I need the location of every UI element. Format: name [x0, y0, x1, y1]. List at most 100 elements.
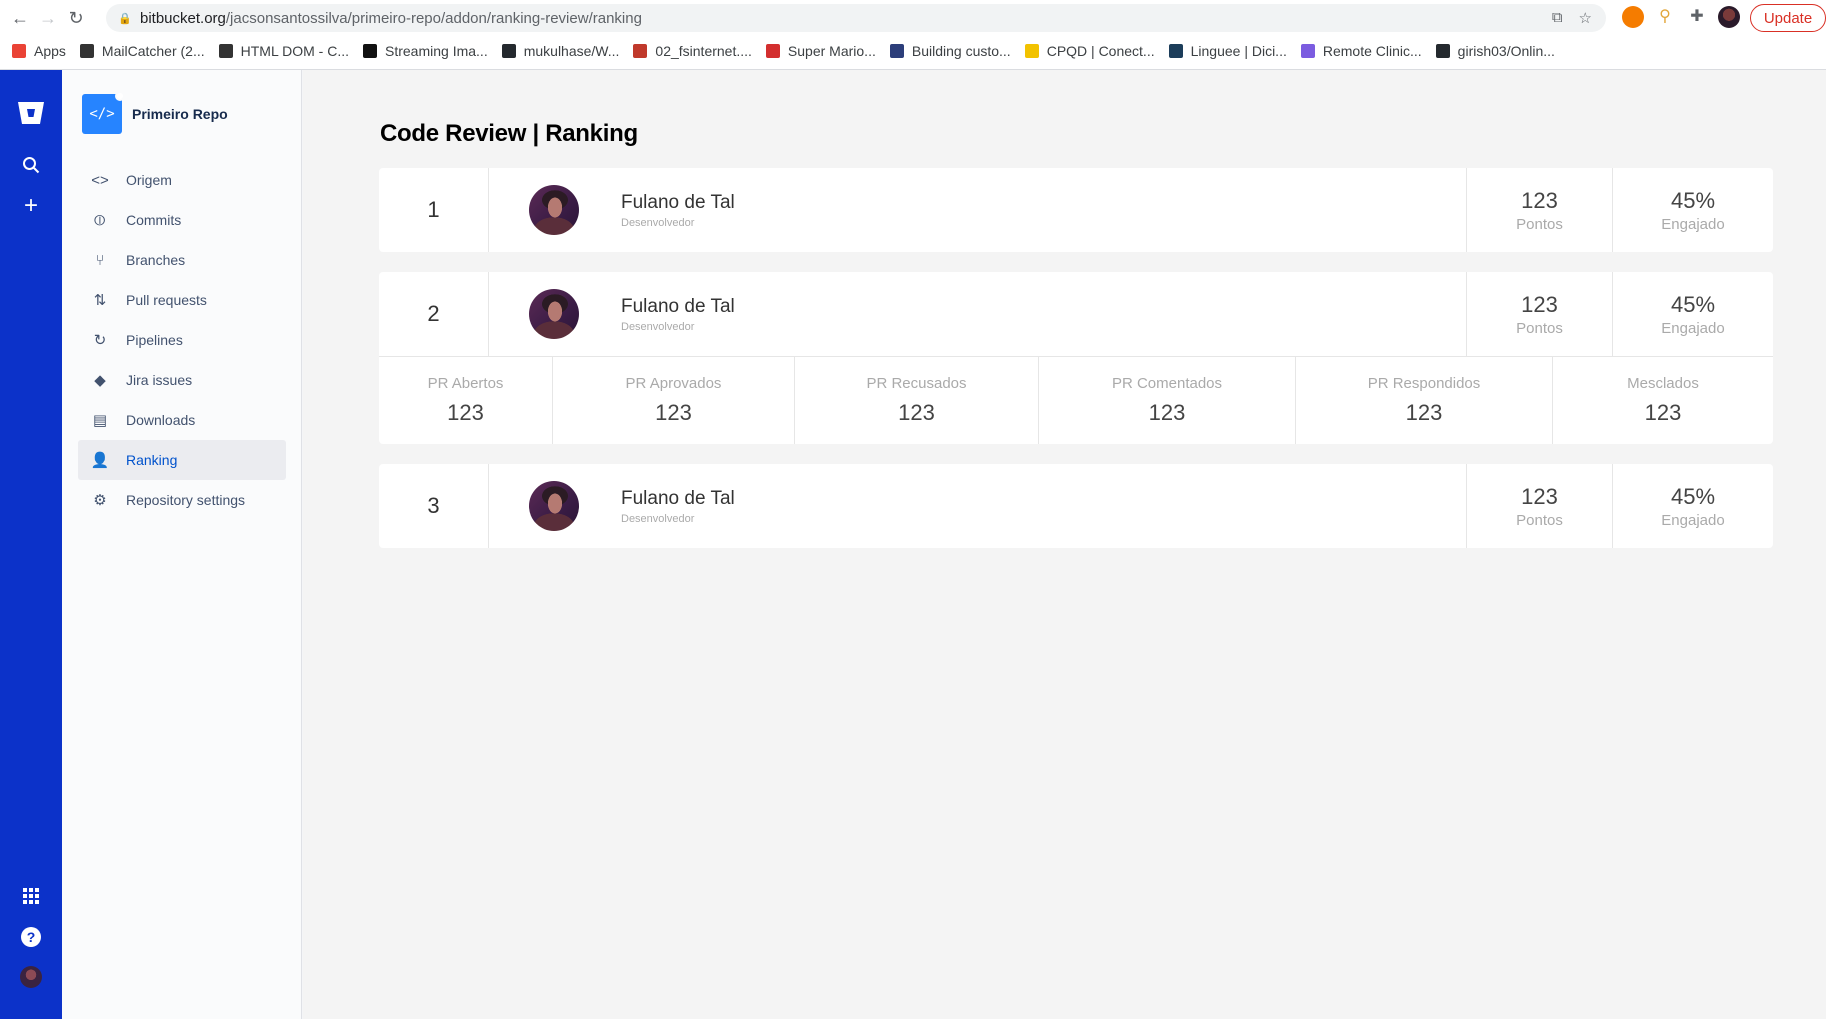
puzzle-icon[interactable]: ✚ — [1686, 6, 1708, 28]
user-info: Fulano de Tal Desenvolvedor — [489, 168, 1466, 252]
pr-details: PR Abertos 123 PR Aprovados 123 PR Recusados… — [379, 356, 1773, 444]
help-icon[interactable]: ? — [0, 927, 62, 947]
engagement-value: 45% — [1670, 187, 1716, 213]
favicon-icon — [765, 44, 780, 58]
points-stat: 123 Pontos — [1466, 464, 1612, 548]
pr-detail-cell: Mesclados 123 — [1553, 357, 1773, 444]
bookmark-item[interactable]: MailCatcher (2... — [79, 43, 205, 59]
sidebar-item-commits[interactable]: ⦶ Commits — [78, 200, 286, 240]
bookmark-item[interactable]: Apps — [12, 43, 66, 59]
plus-icon[interactable]: + — [0, 194, 62, 218]
user-name: Fulano de Tal — [621, 191, 735, 213]
translate-icon[interactable]: ⧉ — [1552, 9, 1563, 27]
bookmark-item[interactable]: CPQD | Conect... — [1024, 43, 1155, 59]
bookmark-label: CPQD | Conect... — [1046, 43, 1155, 59]
reload-icon[interactable]: ↻ — [62, 4, 90, 32]
favicon-icon — [889, 44, 904, 58]
extension-key-icon[interactable]: ⚲ — [1654, 6, 1676, 28]
bookmark-label: Building custo... — [911, 43, 1011, 59]
bookmark-label: girish03/Onlin... — [1457, 43, 1555, 59]
bookmark-item[interactable]: mukulhase/W... — [501, 43, 619, 59]
user-role: Desenvolvedor — [621, 320, 695, 333]
pr-detail-cell: PR Recusados 123 — [795, 357, 1039, 444]
pr-detail-cell: PR Comentados 123 — [1039, 357, 1296, 444]
engagement-value: 45% — [1670, 291, 1716, 317]
download-icon: ▤ — [92, 412, 108, 429]
apps-grid-icon[interactable] — [0, 888, 62, 904]
pull-request-icon: ⇅ — [93, 292, 107, 309]
search-icon[interactable] — [0, 156, 62, 174]
favicon-icon — [218, 44, 233, 58]
pr-detail-value: 123 — [1644, 400, 1682, 425]
sidebar-item-downloads[interactable]: ▤ Downloads — [78, 400, 286, 440]
bookmark-item[interactable]: Linguee | Dici... — [1168, 43, 1287, 59]
sidebar-item-label: Branches — [126, 252, 186, 268]
bookmark-label: Apps — [34, 43, 66, 59]
points-value: 123 — [1521, 187, 1558, 213]
pr-detail-value: 123 — [447, 400, 484, 425]
ranking-card[interactable]: 1 Fulano de Tal Desenvolvedor 123 Pontos 45% E… — [379, 168, 1773, 252]
points-label: Pontos — [1516, 511, 1563, 529]
sidebar-item-pipelines[interactable]: ↻ Pipelines — [78, 320, 286, 360]
points-label: Pontos — [1516, 215, 1563, 233]
bookmark-item[interactable]: Super Mario... — [765, 43, 876, 59]
user-info: Fulano de Tal Desenvolvedor — [489, 464, 1466, 548]
bookmark-item[interactable]: Building custo... — [889, 43, 1011, 59]
pipeline-icon: ↻ — [93, 332, 107, 349]
update-button[interactable]: Update — [1750, 4, 1826, 32]
bookmark-item[interactable]: 02_fsinternet.... — [633, 43, 752, 59]
bookmark-label: Super Mario... — [787, 43, 876, 59]
pr-detail-label: Mesclados — [1627, 375, 1699, 392]
repo-header[interactable]: </> Primeiro Repo — [82, 91, 228, 134]
rank-number: 3 — [379, 464, 489, 548]
bitbucket-logo[interactable] — [0, 100, 62, 126]
url-host: bitbucket.org — [140, 9, 226, 27]
lock-icon: 🔒 — [118, 13, 132, 25]
pr-detail-label: PR Comentados — [1111, 375, 1223, 392]
sidebar-item-origem[interactable]: <> Origem — [78, 160, 286, 200]
ranking-row: 1 Fulano de Tal Desenvolvedor 123 Pontos 45% E… — [379, 168, 1773, 252]
ranking-card[interactable]: 2 Fulano de Tal Desenvolvedor 123 Pontos 45% E… — [379, 272, 1773, 444]
sidebar-item-repository-settings[interactable]: ⚙ Repository settings — [78, 480, 286, 520]
bookmark-item[interactable]: HTML DOM - C... — [218, 43, 349, 59]
back-icon[interactable]: ← — [6, 4, 34, 32]
bookmark-item[interactable]: Streaming Ima... — [363, 43, 488, 59]
main-content: Code Review | Ranking 1 Fulano de Tal Dese… — [303, 70, 1826, 1019]
favicon-icon — [633, 44, 648, 58]
points-stat: 123 Pontos — [1466, 272, 1612, 356]
sidebar-item-ranking[interactable]: 👤 Ranking — [78, 440, 286, 480]
pr-detail-value: 123 — [1148, 400, 1186, 425]
sidebar-item-jira-issues[interactable]: ◆ Jira issues — [78, 360, 286, 400]
bookmark-label: HTML DOM - C... — [240, 43, 349, 59]
sidebar-item-pull-requests[interactable]: ⇅ Pull requests — [78, 280, 286, 320]
bookmark-item[interactable]: Remote Clinic... — [1300, 43, 1422, 59]
sidebar-item-branches[interactable]: ⑂ Branches — [78, 240, 286, 280]
pr-detail-label: PR Recusados — [866, 375, 967, 392]
sidebar-item-label: Repository settings — [126, 492, 246, 508]
pr-detail-label: PR Aprovados — [625, 375, 722, 392]
favicon-icon — [1300, 44, 1315, 58]
bookmark-star-icon[interactable]: ☆ — [1579, 9, 1592, 27]
engagement-label: Engajado — [1661, 215, 1725, 233]
bookmark-label: Streaming Ima... — [385, 43, 488, 59]
sidebar-menu: <> Origem ⦶ Commits ⑂ Branches ⇅ Pull requests ↻… — [78, 160, 286, 520]
profile-avatar[interactable] — [1718, 6, 1740, 28]
extensions-bar: ⚲ ✚ — [1622, 6, 1740, 28]
browser-toolbar: ← → ↻ 🔒 bitbucket.org/jacsonsantossilva/… — [0, 0, 1826, 36]
bookmark-label: Linguee | Dici... — [1190, 43, 1287, 59]
ranking-card[interactable]: 3 Fulano de Tal Desenvolvedor 123 Pontos 45% E… — [379, 464, 1773, 548]
favicon-icon — [1024, 44, 1039, 58]
user-name: Fulano de Tal — [621, 487, 735, 509]
bookmark-item[interactable]: girish03/Onlin... — [1435, 43, 1555, 59]
extension-icon[interactable] — [1622, 6, 1644, 28]
repo-sidebar: </> Primeiro Repo <> Origem ⦶ Commits ⑂ Branc… — [62, 70, 302, 1019]
user-name-block: Fulano de Tal Desenvolvedor — [621, 192, 735, 229]
sidebar-item-label: Downloads — [126, 412, 196, 428]
favicon-icon — [79, 44, 94, 58]
pr-detail-cell: PR Abertos 123 — [379, 357, 553, 444]
address-bar[interactable]: 🔒 bitbucket.org/jacsonsantossilva/primei… — [106, 4, 1606, 32]
pr-detail-cell: PR Aprovados 123 — [553, 357, 795, 444]
user-avatar[interactable] — [0, 966, 62, 988]
sidebar-item-label: Ranking — [126, 452, 178, 468]
forward-icon[interactable]: → — [34, 4, 62, 32]
